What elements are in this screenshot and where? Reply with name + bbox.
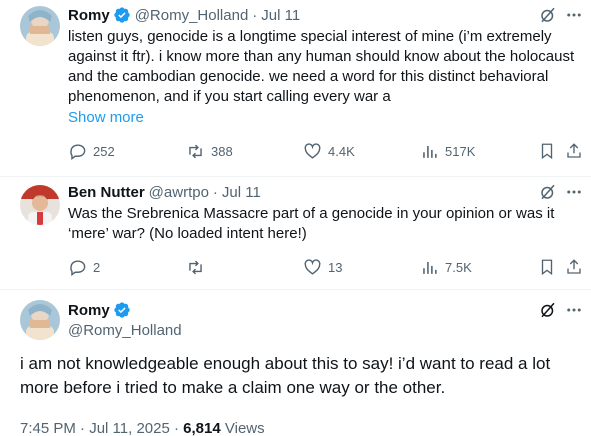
bookmark-icon: [538, 142, 556, 160]
verified-badge-icon: [113, 6, 131, 24]
bookmark-icon: [538, 258, 556, 276]
like-count: 13: [328, 259, 343, 275]
grok-icon[interactable]: [538, 5, 558, 25]
more-icon[interactable]: [564, 300, 584, 320]
tweet-timestamp[interactable]: 7:45 PM · Jul 11, 2025 ·: [20, 420, 179, 436]
views-icon: [420, 142, 439, 161]
like-button[interactable]: 4.4K: [303, 141, 355, 161]
tweet-text: Was the Srebrenica Massacre part of a ge…: [68, 205, 555, 242]
bookmark-button[interactable]: [538, 257, 556, 277]
tweet-text: listen guys, genocide is a longtime spec…: [68, 28, 575, 105]
more-icon[interactable]: [564, 5, 584, 25]
separator-dot: ·: [252, 6, 258, 24]
views-count: 517K: [445, 143, 476, 159]
conversation-page: Romy @Romy_Holland · Jul 11 listen guys,…: [0, 0, 591, 436]
author-name[interactable]: Ben Nutter: [68, 184, 145, 201]
author-handle[interactable]: @Romy_Holland: [135, 7, 249, 24]
grok-icon[interactable]: [538, 182, 558, 202]
author-handle[interactable]: @Romy_Holland: [68, 322, 182, 339]
bookmark-button[interactable]: [538, 141, 556, 161]
like-button[interactable]: 13: [303, 257, 342, 277]
share-icon: [565, 258, 583, 276]
verified-badge-icon: [113, 301, 131, 319]
repost-icon: [186, 142, 205, 161]
reply-button[interactable]: 252: [68, 141, 115, 161]
reply-icon: [68, 142, 87, 161]
views-label: Views: [224, 420, 265, 436]
grok-icon[interactable]: [538, 300, 558, 320]
avatar-romy[interactable]: [20, 6, 60, 46]
avatar-romy[interactable]: [20, 300, 60, 340]
views-count: 7.5K: [445, 259, 472, 275]
tweet-header: Ben Nutter @awrtpo · Jul 11: [68, 182, 261, 202]
tweet-meta: 7:45 PM · Jul 11, 2025 · 6,814 Views: [20, 420, 265, 436]
repost-button[interactable]: [186, 257, 211, 277]
tweet-ben-nutter[interactable]: Ben Nutter @awrtpo · Jul 11 Was the Sreb…: [0, 177, 591, 290]
repost-button[interactable]: 388: [186, 141, 233, 161]
author-block: Romy @Romy_Holland: [68, 300, 182, 340]
author-name[interactable]: Romy: [68, 302, 110, 319]
tweet-text: i am not knowledgeable enough about this…: [20, 354, 551, 397]
views-icon: [420, 258, 439, 277]
tweet-actions: 2 13 7.5K: [0, 257, 591, 277]
tweet-date[interactable]: Jul 11: [222, 184, 261, 201]
share-icon: [565, 142, 583, 160]
views-count: 6,814: [183, 420, 221, 436]
author-handle[interactable]: @awrtpo: [149, 184, 209, 201]
tweet-date[interactable]: Jul 11: [261, 7, 300, 24]
reply-count: 252: [93, 143, 115, 159]
separator-dot: ·: [212, 183, 218, 201]
tweet-actions: 252 388 4.4K 517K: [0, 141, 591, 161]
views-button[interactable]: 517K: [420, 141, 475, 161]
tweet-romy-main: Romy @Romy_Holland i am not knowledgeabl…: [0, 290, 591, 436]
views-button[interactable]: 7.5K: [420, 257, 472, 277]
like-icon: [303, 142, 322, 161]
repost-icon: [186, 258, 205, 277]
reply-count: 2: [93, 259, 101, 275]
show-more-link[interactable]: Show more: [68, 108, 144, 128]
like-icon: [303, 258, 322, 277]
reply-icon: [68, 258, 87, 277]
share-button[interactable]: [565, 257, 583, 277]
author-name[interactable]: Romy: [68, 7, 110, 24]
repost-count: 388: [211, 143, 233, 159]
tweet-romy-1[interactable]: Romy @Romy_Holland · Jul 11 listen guys,…: [0, 0, 591, 177]
more-icon[interactable]: [564, 182, 584, 202]
like-count: 4.4K: [328, 143, 355, 159]
share-button[interactable]: [565, 141, 583, 161]
avatar-ben-nutter[interactable]: [20, 185, 60, 225]
reply-button[interactable]: 2: [68, 257, 100, 277]
author-name-row[interactable]: Romy: [68, 300, 182, 320]
tweet-header: Romy @Romy_Holland · Jul 11: [68, 5, 300, 25]
